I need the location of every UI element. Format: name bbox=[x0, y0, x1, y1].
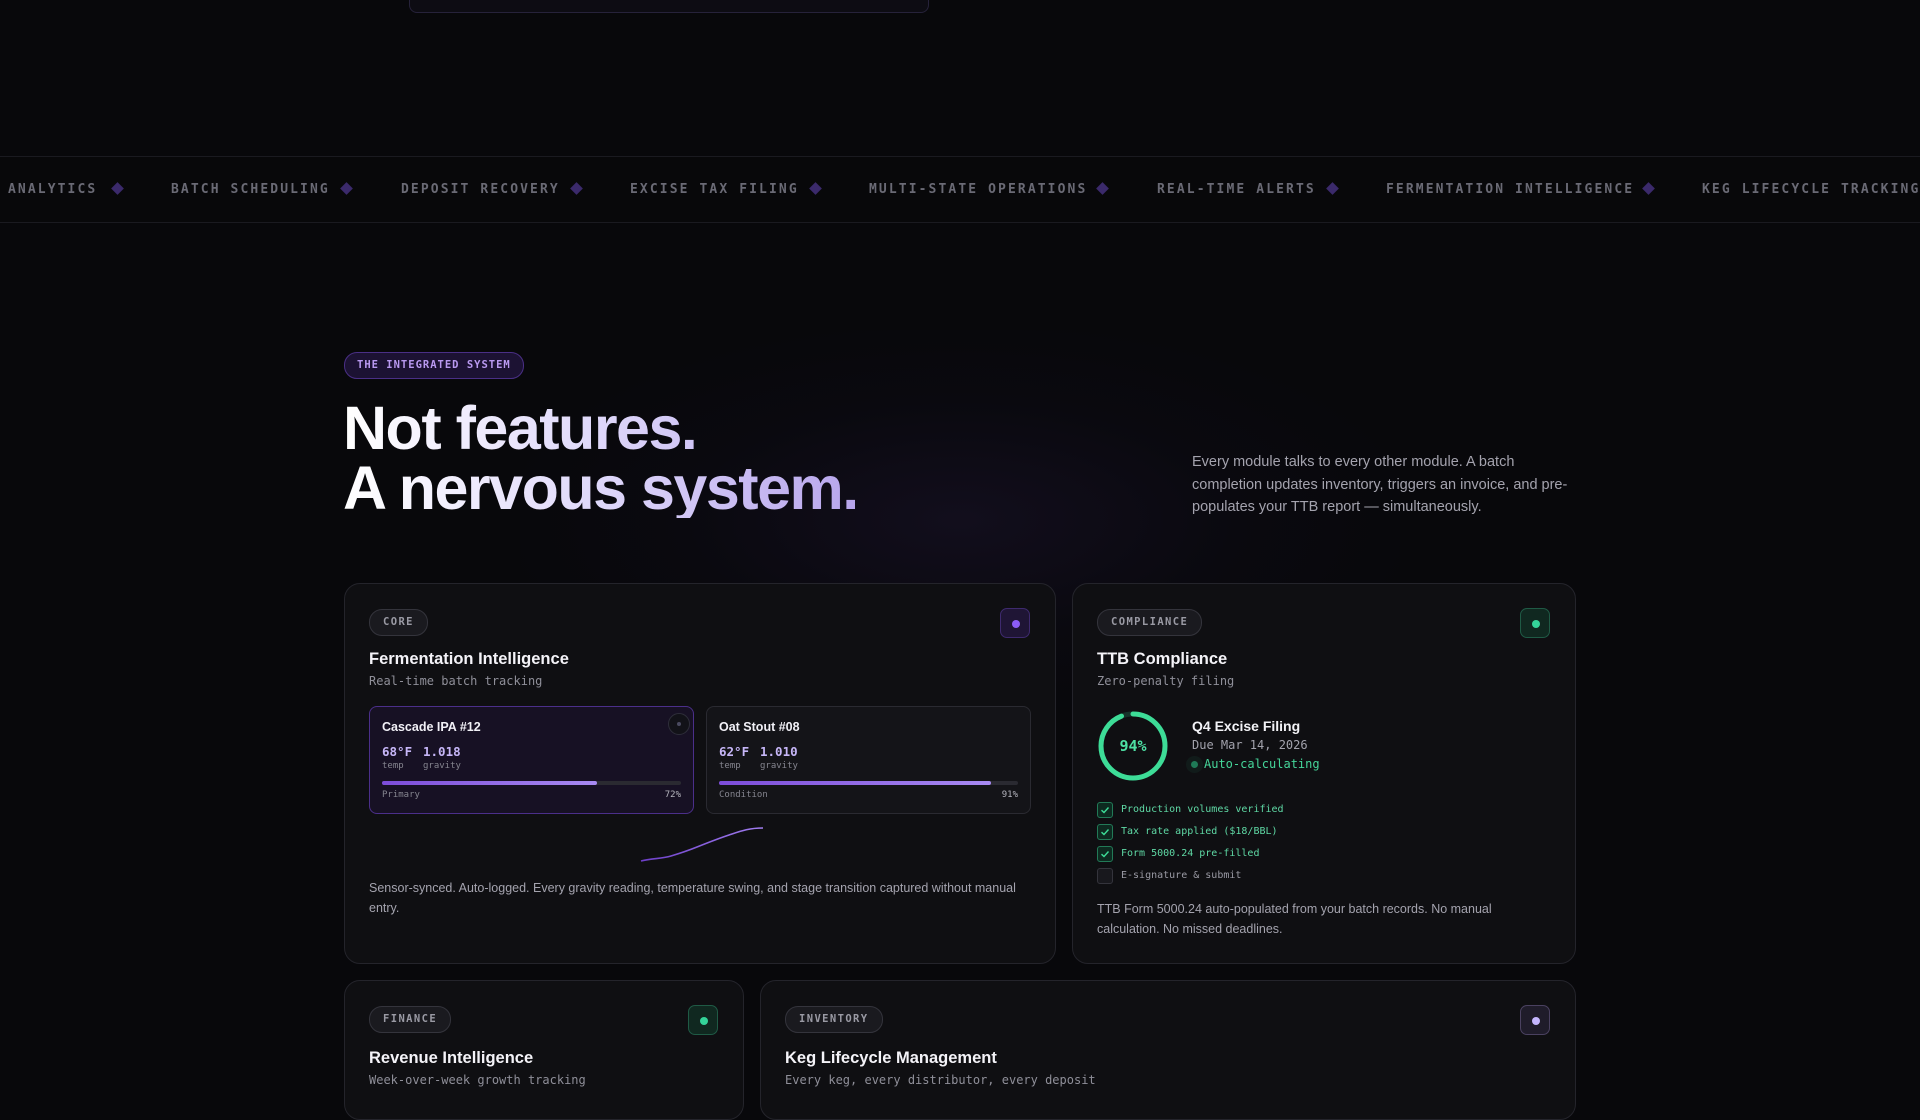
batch-card[interactable]: Oat Stout #08 62°F 1.010 temp gravity Co… bbox=[706, 706, 1031, 814]
temp-value: 62°F bbox=[719, 744, 750, 759]
top-bar-fragment bbox=[409, 0, 929, 13]
diamond-icon bbox=[570, 182, 583, 195]
stage-label: Primary bbox=[382, 790, 420, 800]
progress-percent: 91% bbox=[1001, 790, 1018, 800]
status-dot-icon bbox=[1191, 761, 1198, 768]
filing-due-date: Due Mar 14, 2026 bbox=[1192, 738, 1308, 752]
diamond-icon bbox=[809, 182, 822, 195]
checklist-label: Tax rate applied ($18/BBL) bbox=[1121, 826, 1278, 837]
checkbox-checked-icon[interactable] bbox=[1097, 802, 1113, 818]
gravity-value: 1.010 bbox=[760, 744, 798, 759]
section-intro: Every module talks to every other module… bbox=[1192, 454, 1568, 515]
feature-ticker: ANALYTICS BATCH SCHEDULING DEPOSIT RECOV… bbox=[0, 156, 1920, 223]
gravity-trend-sparkline bbox=[640, 827, 764, 862]
status-dot-icon bbox=[1520, 608, 1550, 638]
card-description: Sensor-synced. Auto-logged. Every gravit… bbox=[369, 881, 1016, 915]
ticker-item: ANALYTICS bbox=[8, 182, 98, 197]
batch-card[interactable]: Cascade IPA #12 68°F 1.018 temp gravity … bbox=[369, 706, 694, 814]
card-title: Keg Lifecycle Management bbox=[785, 1049, 997, 1067]
ticker-item: DEPOSIT RECOVERY bbox=[401, 182, 560, 197]
progress-bar bbox=[382, 781, 681, 785]
batch-name: Cascade IPA #12 bbox=[382, 720, 481, 734]
filing-status-label: Auto-calculating bbox=[1204, 757, 1320, 771]
gravity-value: 1.018 bbox=[423, 744, 461, 759]
category-tag: FINANCE bbox=[369, 1006, 452, 1033]
progress-percent: 72% bbox=[664, 790, 681, 800]
temp-value: 68°F bbox=[382, 744, 413, 759]
card-subtitle: Every keg, every distributor, every depo… bbox=[785, 1073, 1096, 1087]
card-description: TTB Form 5000.24 auto-populated from you… bbox=[1097, 902, 1492, 936]
ticker-item: FERMENTATION INTELLIGENCE bbox=[1386, 182, 1635, 197]
category-tag: INVENTORY bbox=[785, 1006, 883, 1033]
fermentation-card[interactable]: CORE Fermentation Intelligence Real-time… bbox=[344, 583, 1056, 964]
ticker-item: KEG LIFECYCLE TRACKING bbox=[1702, 182, 1920, 197]
status-dot-icon bbox=[1520, 1005, 1550, 1035]
compliance-card[interactable]: COMPLIANCE TTB Compliance Zero-penalty f… bbox=[1072, 583, 1576, 964]
filing-progress-ring: 94% bbox=[1097, 710, 1169, 782]
stage-label: Condition bbox=[719, 790, 768, 800]
category-tag: COMPLIANCE bbox=[1097, 609, 1203, 636]
ticker-item: EXCISE TAX FILING bbox=[630, 182, 799, 197]
gravity-label: gravity bbox=[760, 761, 798, 771]
section-headline: Not features. A nervous system. bbox=[343, 398, 858, 518]
diamond-icon bbox=[1096, 182, 1109, 195]
status-dot-icon bbox=[1000, 608, 1030, 638]
diamond-icon bbox=[111, 182, 124, 195]
diamond-icon bbox=[1326, 182, 1339, 195]
checklist-label: Production volumes verified bbox=[1121, 804, 1284, 815]
sync-icon bbox=[668, 713, 690, 735]
checkbox-checked-icon[interactable] bbox=[1097, 846, 1113, 862]
card-title: Fermentation Intelligence bbox=[369, 650, 569, 668]
checkbox-checked-icon[interactable] bbox=[1097, 824, 1113, 840]
diamond-icon bbox=[340, 182, 353, 195]
checklist-label: E-signature & submit bbox=[1121, 870, 1242, 881]
card-subtitle: Zero-penalty filing bbox=[1097, 674, 1235, 688]
headline-line-1: Not features. bbox=[343, 394, 697, 462]
status-dot-icon bbox=[688, 1005, 718, 1035]
temp-label: temp bbox=[719, 761, 741, 771]
filing-progress-percent: 94% bbox=[1119, 737, 1147, 755]
card-title: TTB Compliance bbox=[1097, 650, 1228, 668]
headline-line-2: A nervous system. bbox=[343, 454, 858, 522]
filing-status: Auto-calculating bbox=[1191, 757, 1320, 771]
card-subtitle: Week-over-week growth tracking bbox=[369, 1073, 586, 1087]
ticker-item: MULTI-STATE OPERATIONS bbox=[869, 182, 1088, 197]
card-subtitle: Real-time batch tracking bbox=[369, 674, 543, 688]
batch-name: Oat Stout #08 bbox=[719, 720, 800, 734]
card-title: Revenue Intelligence bbox=[369, 1049, 534, 1067]
section-eyebrow-badge: THE INTEGRATED SYSTEM bbox=[344, 352, 524, 379]
finance-card[interactable]: FINANCE Revenue Intelligence Week-over-w… bbox=[344, 980, 744, 1120]
ticker-item: BATCH SCHEDULING bbox=[171, 182, 330, 197]
gravity-label: gravity bbox=[423, 761, 461, 771]
inventory-card[interactable]: INVENTORY Keg Lifecycle Management Every… bbox=[760, 980, 1576, 1120]
filing-title: Q4 Excise Filing bbox=[1192, 718, 1301, 734]
ticker-item: REAL-TIME ALERTS bbox=[1157, 182, 1316, 197]
checklist-label: Form 5000.24 pre-filled bbox=[1121, 848, 1260, 859]
temp-label: temp bbox=[382, 761, 404, 771]
checkbox-unchecked-icon[interactable] bbox=[1097, 868, 1113, 884]
category-tag: CORE bbox=[369, 609, 428, 636]
diamond-icon bbox=[1642, 182, 1655, 195]
progress-bar bbox=[719, 781, 1018, 785]
